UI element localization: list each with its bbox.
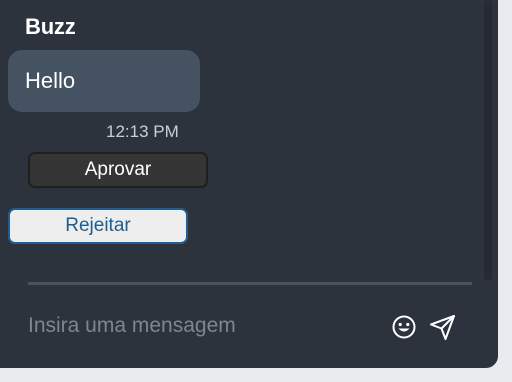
message-bubble: Hello — [8, 50, 200, 112]
approve-button[interactable]: Aprovar — [28, 152, 208, 188]
composer-divider — [28, 282, 472, 285]
message-text: Hello — [25, 68, 76, 93]
message-input[interactable] — [28, 308, 378, 344]
reject-button[interactable]: Rejeitar — [8, 208, 188, 244]
send-icon[interactable] — [428, 312, 458, 342]
scrollbar[interactable] — [484, 0, 492, 281]
sender-name: Buzz — [25, 14, 76, 39]
chat-panel: Buzz Hello 12:13 PM Aprovar Rejeitar — [0, 0, 498, 368]
message-timestamp: 12:13 PM — [106, 122, 179, 141]
emoji-icon[interactable] — [391, 314, 417, 340]
